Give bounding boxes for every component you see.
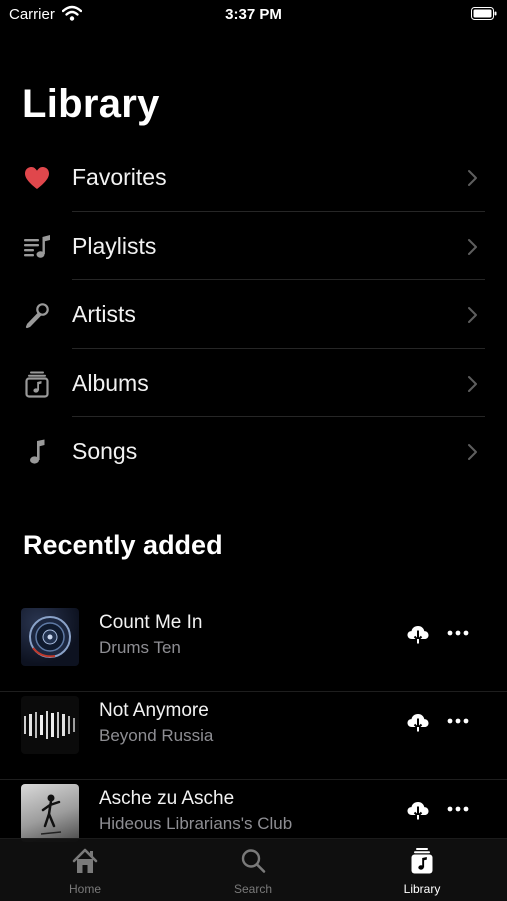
battery-icon: [471, 7, 497, 20]
more-options-icon[interactable]: [446, 801, 470, 817]
tab-home[interactable]: Home: [35, 839, 135, 901]
chevron-right-icon: [468, 375, 477, 392]
track-title: Asche zu Asche: [99, 788, 235, 809]
tab-label: Library: [403, 882, 441, 896]
menu-item-favorites[interactable]: Favorites: [0, 143, 507, 212]
home-icon: [72, 848, 98, 873]
tab-library[interactable]: Library: [372, 839, 472, 901]
microphone-icon: [25, 303, 49, 329]
chevron-right-icon: [468, 238, 477, 255]
chevron-right-icon: [468, 170, 477, 186]
tab-label: Home: [68, 882, 101, 896]
playlist-icon: [24, 234, 50, 258]
library-menu: Favorites Playlists Artists Albums Songs: [0, 143, 507, 486]
more-options-icon[interactable]: [446, 713, 470, 729]
cloud-download-icon[interactable]: [406, 624, 430, 644]
track-title: Not Anymore: [99, 700, 209, 721]
menu-item-songs[interactable]: Songs: [0, 417, 507, 486]
album-art: [21, 784, 79, 842]
status-bar: Carrier 3:37 PM: [0, 0, 507, 30]
menu-label: Albums: [72, 369, 149, 396]
section-title-recently-added: Recently added: [23, 530, 223, 560]
track-row[interactable]: Count Me In Drums Ten: [0, 604, 507, 692]
more-options-icon[interactable]: [446, 625, 470, 641]
tab-search[interactable]: Search: [203, 839, 303, 901]
track-title: Count Me In: [99, 612, 203, 633]
page-title: Library: [22, 82, 160, 126]
menu-label: Playlists: [72, 232, 157, 259]
track-artist: Hideous Librarians's Club: [99, 814, 293, 833]
chevron-right-icon: [468, 307, 477, 323]
menu-item-albums[interactable]: Albums: [0, 349, 507, 417]
menu-label: Artists: [72, 301, 136, 327]
track-artist: Drums Ten: [99, 638, 181, 657]
menu-label: Songs: [72, 438, 138, 464]
track-artist: Beyond Russia: [99, 726, 214, 745]
menu-label: Favorites: [72, 164, 167, 190]
library-icon: [411, 848, 433, 874]
album-art: [21, 608, 79, 666]
heart-icon: [25, 167, 49, 189]
album-art: [21, 696, 79, 754]
status-time: 3:37 PM: [225, 6, 282, 23]
menu-item-artists[interactable]: Artists: [0, 280, 507, 349]
music-note-icon: [30, 439, 45, 464]
search-icon: [241, 849, 266, 873]
cloud-download-icon[interactable]: [406, 712, 430, 732]
cloud-download-icon[interactable]: [406, 800, 430, 820]
tab-bar: Home Search Library: [0, 838, 507, 901]
album-icon: [25, 371, 49, 398]
tab-label: Search: [233, 882, 273, 896]
menu-item-playlists[interactable]: Playlists: [0, 212, 507, 280]
track-row[interactable]: Not Anymore Beyond Russia: [0, 692, 507, 780]
chevron-right-icon: [468, 444, 477, 460]
